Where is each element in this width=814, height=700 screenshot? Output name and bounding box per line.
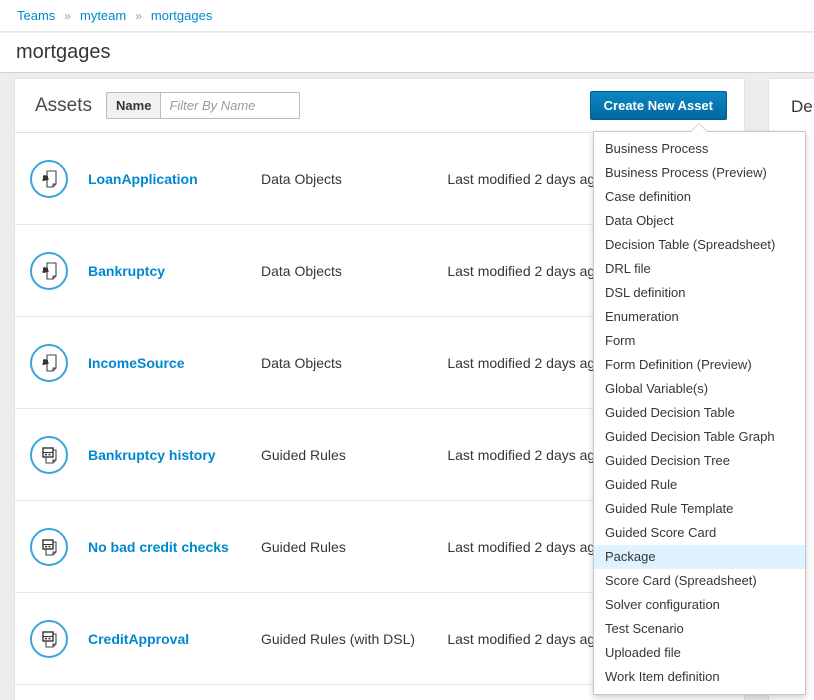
menu-item-guided-decision-tree[interactable]: Guided Decision Tree xyxy=(594,449,805,473)
asset-last-modified: Last modified 2 days ago xyxy=(447,171,603,187)
menu-item-test-scenario[interactable]: Test Scenario xyxy=(594,617,805,641)
asset-type: Guided Rules (with DSL) xyxy=(261,631,447,647)
menu-item-decision-table-spreadsheet[interactable]: Decision Table (Spreadsheet) xyxy=(594,233,805,257)
asset-last-modified: Last modified 2 days ago xyxy=(447,539,603,555)
dropdown-caret-icon xyxy=(690,124,708,133)
breadcrumb-separator: » xyxy=(135,9,142,23)
breadcrumb-link-teams[interactable]: Teams xyxy=(17,8,55,23)
menu-item-drl-file[interactable]: DRL file xyxy=(594,257,805,281)
menu-item-guided-score-card[interactable]: Guided Score Card xyxy=(594,521,805,545)
page-title-bar: mortgages xyxy=(0,33,814,73)
menu-item-guided-decision-table-graph[interactable]: Guided Decision Table Graph xyxy=(594,425,805,449)
asset-type: Data Objects xyxy=(261,355,447,371)
menu-item-global-variables[interactable]: Global Variable(s) xyxy=(594,377,805,401)
asset-link[interactable]: Bankruptcy history xyxy=(88,447,261,463)
menu-item-case-definition[interactable]: Case definition xyxy=(594,185,805,209)
data-object-file-icon xyxy=(30,252,68,290)
breadcrumb-link-mortgages[interactable]: mortgages xyxy=(151,8,212,23)
asset-type: Guided Rules xyxy=(261,539,447,555)
guided-rule-file-icon xyxy=(30,436,68,474)
guided-rule-file-icon xyxy=(30,528,68,566)
data-object-file-icon xyxy=(30,160,68,198)
menu-item-dsl-definition[interactable]: DSL definition xyxy=(594,281,805,305)
breadcrumb-separator: » xyxy=(64,9,71,23)
menu-item-enumeration[interactable]: Enumeration xyxy=(594,305,805,329)
data-object-file-icon xyxy=(30,344,68,382)
asset-last-modified: Last modified 2 days ago xyxy=(447,447,603,463)
asset-type: Guided Rules xyxy=(261,447,447,463)
menu-item-uploaded-file[interactable]: Uploaded file xyxy=(594,641,805,665)
breadcrumb-link-myteam[interactable]: myteam xyxy=(80,8,126,23)
asset-link[interactable]: CreditApproval xyxy=(88,631,261,647)
create-new-asset-menu: Business Process Business Process (Previ… xyxy=(593,131,806,695)
menu-item-solver-configuration[interactable]: Solver configuration xyxy=(594,593,805,617)
menu-item-guided-rule-template[interactable]: Guided Rule Template xyxy=(594,497,805,521)
asset-last-modified: Last modified 2 days ago xyxy=(447,355,603,371)
menu-item-package[interactable]: Package xyxy=(594,545,805,569)
asset-link[interactable]: LoanApplication xyxy=(88,171,261,187)
asset-type: Data Objects xyxy=(261,171,447,187)
menu-item-form-definition-preview[interactable]: Form Definition (Preview) xyxy=(594,353,805,377)
asset-last-modified: Last modified 2 days ago xyxy=(447,263,603,279)
details-panel-title: De xyxy=(791,97,814,117)
asset-link[interactable]: Bankruptcy xyxy=(88,263,261,279)
asset-type: Data Objects xyxy=(261,263,447,279)
create-new-asset-button[interactable]: Create New Asset xyxy=(590,91,727,120)
guided-rule-file-icon xyxy=(30,620,68,658)
menu-item-data-object[interactable]: Data Object xyxy=(594,209,805,233)
menu-item-business-process[interactable]: Business Process xyxy=(594,137,805,161)
menu-item-business-process-preview[interactable]: Business Process (Preview) xyxy=(594,161,805,185)
breadcrumb: Teams » myteam » mortgages xyxy=(0,0,814,32)
asset-link[interactable]: No bad credit checks xyxy=(88,539,261,555)
asset-last-modified: Last modified 2 days ago xyxy=(447,631,603,647)
filter-group: Name xyxy=(106,92,300,119)
filter-name-label: Name xyxy=(106,92,160,119)
filter-by-name-input[interactable] xyxy=(160,92,300,119)
menu-item-score-card-spreadsheet[interactable]: Score Card (Spreadsheet) xyxy=(594,569,805,593)
assets-panel-title: Assets xyxy=(35,95,92,117)
menu-item-guided-rule[interactable]: Guided Rule xyxy=(594,473,805,497)
asset-link[interactable]: IncomeSource xyxy=(88,355,261,371)
assets-panel-header: Assets Name Create New Asset xyxy=(15,79,744,133)
menu-item-work-item-definition[interactable]: Work Item definition xyxy=(594,665,805,689)
menu-item-guided-decision-table[interactable]: Guided Decision Table xyxy=(594,401,805,425)
menu-item-form[interactable]: Form xyxy=(594,329,805,353)
page-title: mortgages xyxy=(16,41,111,64)
